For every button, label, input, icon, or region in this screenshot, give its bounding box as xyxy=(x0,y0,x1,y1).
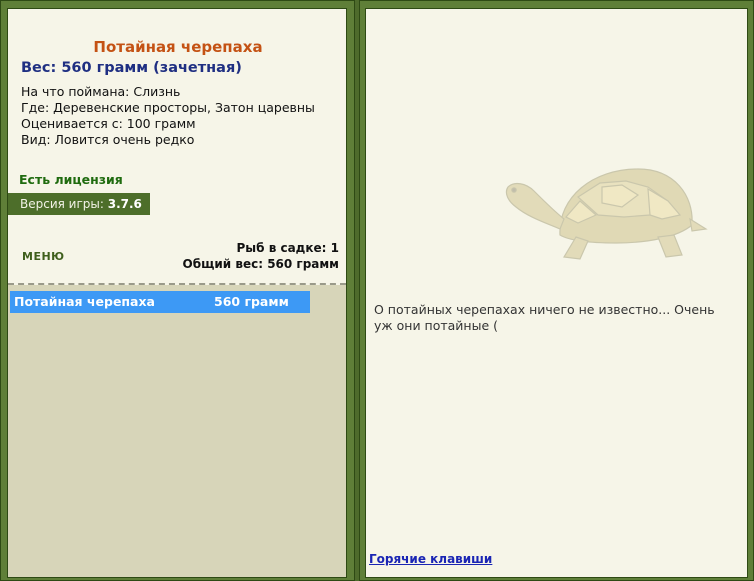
turtle-illustration-icon xyxy=(505,168,708,260)
fish-bait-line: На что поймана: Слизнь xyxy=(21,84,181,99)
game-version-badge: Версия игры: 3.7.6 xyxy=(8,193,150,215)
menu-button[interactable]: МЕНЮ xyxy=(22,250,65,263)
catch-item-weight: 560 грамм xyxy=(214,294,289,309)
fish-location-line: Где: Деревенские просторы, Затон царевны xyxy=(21,100,315,115)
catch-item-name: Потайная черепаха xyxy=(14,294,155,309)
license-status: Есть лицензия xyxy=(19,172,123,187)
fish-rated-from-line: Оценивается с: 100 грамм xyxy=(21,116,196,131)
version-label: Версия игры: xyxy=(20,197,104,211)
fish-rarity-line: Вид: Ловится очень редко xyxy=(21,132,195,147)
catch-list: Потайная черепаха 560 грамм xyxy=(8,285,346,577)
fish-description-panel: О потайных черепахах ничего не известно.… xyxy=(365,8,748,578)
hotkeys-link[interactable]: Горячие клавиши xyxy=(369,552,492,566)
fish-description: О потайных черепахах ничего не известно.… xyxy=(374,302,715,333)
catch-list-item-selected[interactable]: Потайная черепаха 560 грамм xyxy=(10,291,310,313)
keepnet-stats: Рыб в садке: 1 Общий вес: 560 грамм xyxy=(183,240,339,272)
total-weight: Общий вес: 560 грамм xyxy=(182,257,339,271)
fish-info-panel: Потайная черепаха Вес: 560 грамм (зачетн… xyxy=(7,8,347,578)
fish-title: Потайная черепаха xyxy=(93,38,263,56)
fish-weight: Вес: 560 грамм (зачетная) xyxy=(21,60,242,76)
version-value: 3.7.6 xyxy=(107,197,142,211)
fish-count: Рыб в садке: 1 xyxy=(236,241,340,255)
